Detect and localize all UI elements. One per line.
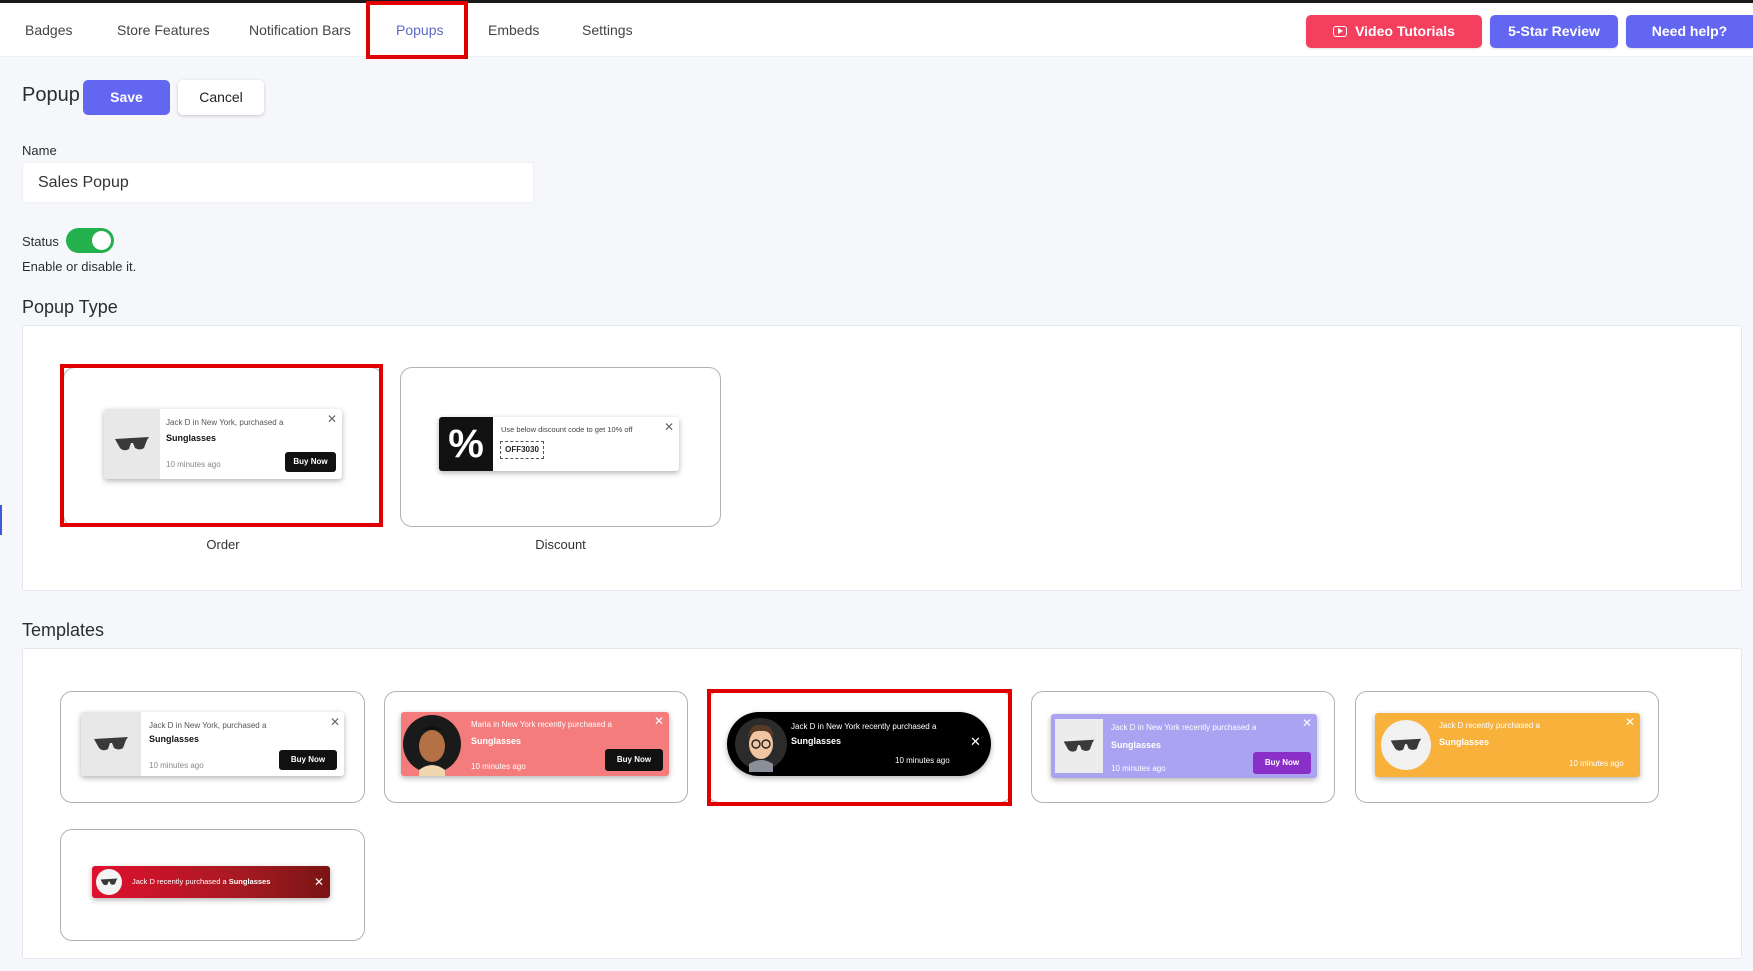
order-popup-preview: Jack D in New York, purchased a Sunglass…	[104, 409, 342, 479]
sunglasses-icon	[115, 437, 149, 451]
video-play-icon	[1333, 26, 1348, 37]
popup-type-discount-card[interactable]: % Use below discount code to get 10% off…	[400, 367, 721, 527]
toggle-knob	[92, 231, 111, 250]
product-thumbnail	[96, 869, 122, 895]
discount-preview-text: Use below discount code to get 10% off	[501, 425, 633, 434]
name-label: Name	[22, 143, 57, 158]
template-4-preview: Jack D in New York recently purchased a …	[1051, 714, 1317, 778]
popup-type-order-card[interactable]: Jack D in New York, purchased a Sunglass…	[63, 367, 383, 527]
product-thumbnail	[104, 409, 160, 479]
template-6-text: Jack D recently purchased a Sunglasses	[132, 877, 270, 886]
close-icon: ✕	[314, 875, 325, 889]
template-card-2[interactable]: Maria in New York recently purchased a S…	[384, 691, 688, 803]
order-preview-time: 10 minutes ago	[166, 460, 221, 469]
tab-popups[interactable]: Popups	[396, 3, 443, 57]
templates-heading: Templates	[22, 620, 105, 640]
order-preview-line1: Jack D in New York, purchased a	[166, 418, 284, 427]
template-card-3[interactable]: Jack D in New York recently purchased a …	[707, 691, 1012, 803]
template-card-5[interactable]: Jack D recently purchased a Sunglasses 1…	[1355, 691, 1659, 803]
template-5-time: 10 minutes ago	[1569, 759, 1624, 768]
status-help-text: Enable or disable it.	[22, 259, 137, 274]
sunglasses-icon	[94, 737, 128, 751]
status-label: Status	[22, 234, 59, 249]
template-1-preview: Jack D in New York, purchased a Sunglass…	[81, 712, 344, 776]
template-6-preview: Jack D recently purchased a Sunglasses ✕	[92, 866, 330, 898]
close-icon: ✕	[654, 714, 665, 728]
templates-panel: Jack D in New York, purchased a Sunglass…	[22, 648, 1742, 959]
template-1-time: 10 minutes ago	[149, 761, 204, 770]
template-5-preview: Jack D recently purchased a Sunglasses 1…	[1375, 713, 1640, 777]
product-thumbnail	[1055, 719, 1103, 773]
template-1-line1: Jack D in New York, purchased a	[149, 721, 267, 730]
product-thumbnail	[81, 712, 141, 776]
template-2-buy-button: Buy Now	[605, 749, 663, 771]
template-2-time: 10 minutes ago	[471, 762, 526, 771]
page-title: Popup	[22, 84, 80, 106]
close-icon: ✕	[664, 420, 675, 434]
template-6-product: Sunglasses	[228, 877, 271, 886]
template-3-preview: Jack D in New York recently purchased a …	[727, 712, 991, 776]
template-2-product: Sunglasses	[471, 736, 522, 746]
close-icon: ✕	[1302, 716, 1313, 730]
template-4-buy-button: Buy Now	[1253, 752, 1311, 774]
close-icon: ✕	[1625, 715, 1636, 729]
sunglasses-icon	[100, 878, 118, 886]
discount-code: OFF3030	[500, 441, 544, 459]
man-avatar-icon	[735, 718, 787, 772]
template-card-4[interactable]: Jack D in New York recently purchased a …	[1031, 691, 1335, 803]
product-thumbnail	[1381, 720, 1431, 770]
tab-embeds[interactable]: Embeds	[488, 3, 539, 57]
template-4-time: 10 minutes ago	[1111, 764, 1166, 773]
tab-notification-bars[interactable]: Notification Bars	[249, 3, 351, 57]
template-card-6[interactable]: Jack D recently purchased a Sunglasses ✕	[60, 829, 365, 941]
status-toggle[interactable]	[66, 228, 114, 253]
top-navigation-bar: Badges Store Features Notification Bars …	[0, 3, 1753, 57]
template-2-line1: Maria in New York recently purchased a	[471, 720, 612, 729]
close-icon: ✕	[330, 715, 341, 729]
cancel-button[interactable]: Cancel	[178, 80, 264, 115]
template-5-product: Sunglasses	[1439, 737, 1490, 747]
left-edge-indicator	[0, 505, 2, 535]
sunglasses-icon	[1390, 738, 1422, 751]
template-3-product: Sunglasses	[791, 736, 842, 746]
tab-settings[interactable]: Settings	[582, 3, 633, 57]
popup-type-discount-label: Discount	[535, 537, 586, 552]
template-3-line1: Jack D in New York recently purchased a	[791, 722, 937, 731]
template-6-line1: Jack D recently purchased a	[132, 877, 229, 886]
close-icon: ✕	[970, 734, 981, 749]
template-1-buy-button: Buy Now	[279, 750, 337, 770]
order-preview-product: Sunglasses	[166, 433, 217, 443]
template-1-product: Sunglasses	[149, 734, 200, 744]
close-icon: ✕	[327, 412, 338, 426]
popup-type-panel: Jack D in New York, purchased a Sunglass…	[22, 325, 1742, 591]
template-3-time: 10 minutes ago	[895, 756, 950, 765]
video-tutorials-button[interactable]: Video Tutorials	[1306, 15, 1482, 48]
template-5-line1: Jack D recently purchased a	[1439, 721, 1540, 730]
popup-type-heading: Popup Type	[22, 297, 118, 317]
order-preview-buy-button: Buy Now	[285, 452, 336, 472]
popup-type-order-label: Order	[206, 537, 240, 552]
five-star-review-button[interactable]: 5-Star Review	[1490, 15, 1618, 48]
template-2-preview: Maria in New York recently purchased a S…	[401, 712, 669, 776]
save-button[interactable]: Save	[83, 80, 170, 115]
name-input[interactable]	[22, 162, 534, 203]
discount-popup-preview: % Use below discount code to get 10% off…	[439, 417, 679, 471]
tab-badges[interactable]: Badges	[25, 3, 72, 57]
template-4-product: Sunglasses	[1111, 740, 1162, 750]
template-card-1[interactable]: Jack D in New York, purchased a Sunglass…	[60, 691, 365, 803]
woman-avatar-icon	[403, 715, 461, 776]
template-4-line1: Jack D in New York recently purchased a	[1111, 723, 1257, 732]
video-tutorials-label: Video Tutorials	[1355, 23, 1455, 39]
percent-icon: %	[439, 417, 493, 471]
tab-store-features[interactable]: Store Features	[117, 3, 210, 57]
need-help-button[interactable]: Need help?	[1626, 15, 1753, 48]
sunglasses-icon	[1063, 739, 1095, 752]
